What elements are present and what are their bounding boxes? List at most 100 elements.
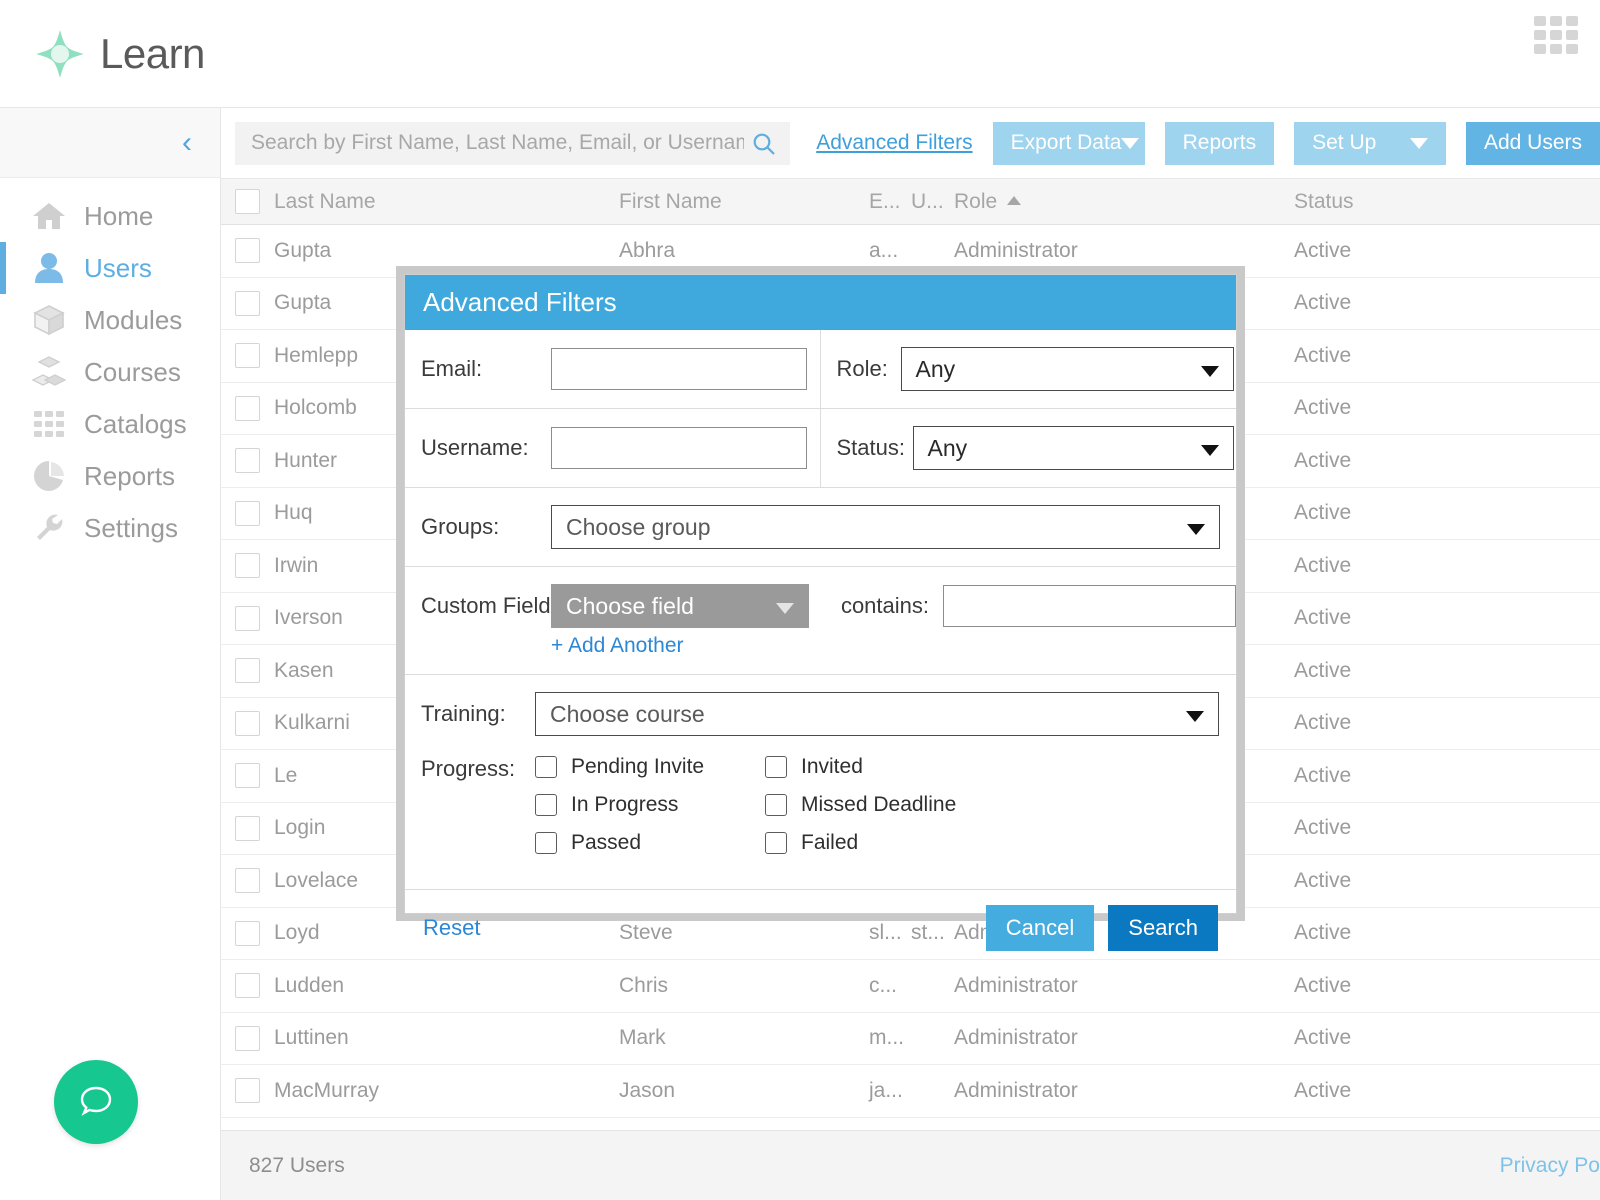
checkbox-icon[interactable] [535,794,557,816]
sidebar-collapse-button[interactable]: ‹ [0,108,220,178]
cell-status: Active [1294,448,1352,472]
brand[interactable]: Learn [0,28,205,80]
progress-checkbox-in-progress[interactable]: In Progress [535,786,765,824]
cell-email: m... [869,1026,904,1050]
add-another-link[interactable]: + Add Another [551,634,684,657]
progress-checkbox-pending-invite[interactable]: Pending Invite [535,748,765,786]
four-petal-star-icon [34,28,86,80]
table-header-row: Last Name First Name E... U... Role Stat… [221,178,1600,225]
cell-first-name: Jason [619,1078,676,1102]
custom-field-group: Custom Field: Choose field contains: [405,567,1236,634]
cell-status: Active [1294,658,1352,682]
row-checkbox[interactable] [221,815,274,841]
sidebar: ‹ Home Users Modules Courses Catalogs Re… [0,108,221,1200]
table-row[interactable]: Ludden Chris c... Administrator Active [221,960,1600,1013]
sidebar-item-catalogs[interactable]: Catalogs [0,398,220,450]
row-checkbox[interactable] [221,920,274,946]
training-field-group: Training: Choose course [405,675,1236,744]
help-chat-button[interactable] [54,1060,138,1144]
column-header-role[interactable]: Role [954,190,1294,214]
training-select[interactable]: Choose course [535,692,1219,736]
checkbox-label: In Progress [571,793,679,816]
row-checkbox[interactable] [221,973,274,999]
search-button[interactable]: Search [1108,905,1218,951]
status-select[interactable]: Any [912,426,1234,470]
row-checkbox[interactable] [221,710,274,736]
add-users-button[interactable]: Add Users [1465,121,1600,165]
set-up-label: Set Up [1312,131,1377,154]
row-checkbox[interactable] [221,500,274,526]
search-box[interactable] [235,121,791,165]
checkbox-icon[interactable] [535,832,557,854]
cell-role: Administrator [954,973,1078,997]
cube-icon [28,304,70,336]
groups-select[interactable]: Choose group [551,505,1220,549]
column-header-username[interactable]: U... [911,190,954,214]
set-up-button[interactable]: Set Up [1294,121,1446,165]
column-header-email[interactable]: E... [869,190,911,214]
progress-label: Progress: [421,756,516,781]
cell-status: Active [1294,868,1352,892]
sidebar-item-settings[interactable]: Settings [0,502,220,554]
custom-field-label: Custom Field: [421,593,557,618]
progress-checkbox-failed[interactable]: Failed [765,824,995,862]
table-row[interactable]: Luttinen Mark m... Administrator Active [221,1012,1600,1065]
reports-button[interactable]: Reports [1164,121,1275,165]
row-checkbox[interactable] [221,290,274,316]
table-row[interactable]: MacMurray Jason ja... Administrator Active [221,1065,1600,1118]
advanced-filters-link[interactable]: Advanced Filters [816,131,972,155]
privacy-policy-link[interactable]: Privacy Po [1500,1154,1600,1178]
dialog-action-buttons: Cancel Search [985,905,1218,951]
sidebar-item-reports[interactable]: Reports [0,450,220,502]
role-select[interactable]: Any [900,347,1234,391]
sidebar-item-courses[interactable]: Courses [0,346,220,398]
chevron-left-icon: ‹ [182,125,192,159]
row-checkbox[interactable] [221,448,274,474]
custom-field-select[interactable]: Choose field [551,584,809,628]
progress-checkbox-passed[interactable]: Passed [535,824,765,862]
username-field[interactable] [551,427,807,469]
sidebar-item-label: Home [84,200,154,231]
checkbox-icon[interactable] [765,832,787,854]
row-checkbox[interactable] [221,868,274,894]
reset-link[interactable]: Reset [423,915,480,941]
checkbox-icon[interactable] [765,794,787,816]
cancel-button[interactable]: Cancel [985,905,1095,951]
column-header-first-name[interactable]: First Name [619,190,869,214]
row-checkbox[interactable] [221,605,274,631]
contains-field[interactable] [943,585,1236,627]
search-input[interactable] [235,121,791,165]
email-field[interactable] [551,348,807,390]
progress-checkbox-invited[interactable]: Invited [765,748,995,786]
checkbox-icon[interactable] [765,756,787,778]
brand-name: Learn [100,29,205,77]
checkbox-label: Invited [801,755,863,778]
cell-role: Administrator [954,1026,1078,1050]
column-header-status[interactable]: Status [1294,190,1594,214]
row-checkbox[interactable] [221,395,274,421]
progress-checkbox-missed-deadline[interactable]: Missed Deadline [765,786,995,824]
sidebar-item-modules[interactable]: Modules [0,294,220,346]
row-checkbox[interactable] [221,343,274,369]
row-checkbox[interactable] [221,763,274,789]
sidebar-item-home[interactable]: Home [0,190,220,242]
select-all-checkbox[interactable] [221,189,274,214]
row-checkbox[interactable] [221,238,274,264]
advanced-filters-dialog: Advanced Filters Email: Role: Any Userna… [404,274,1237,951]
sidebar-item-users[interactable]: Users [0,242,220,294]
row-checkbox[interactable] [221,553,274,579]
chevron-down-icon [1186,711,1204,722]
chevron-down-icon [1200,445,1219,456]
cell-status: Active [1294,291,1352,315]
search-icon[interactable] [752,132,776,161]
row-checkbox[interactable] [221,1025,274,1051]
column-header-last-name[interactable]: Last Name [274,190,619,214]
email-label: Email: [421,356,483,381]
row-checkbox[interactable] [221,1078,274,1104]
cell-email: ja... [869,1078,903,1102]
checkbox-icon[interactable] [535,756,557,778]
row-checkbox[interactable] [221,658,274,684]
export-data-button[interactable]: Export Data [992,121,1145,165]
sidebar-item-label: Reports [84,460,176,491]
apps-grid-icon[interactable] [1534,16,1578,54]
